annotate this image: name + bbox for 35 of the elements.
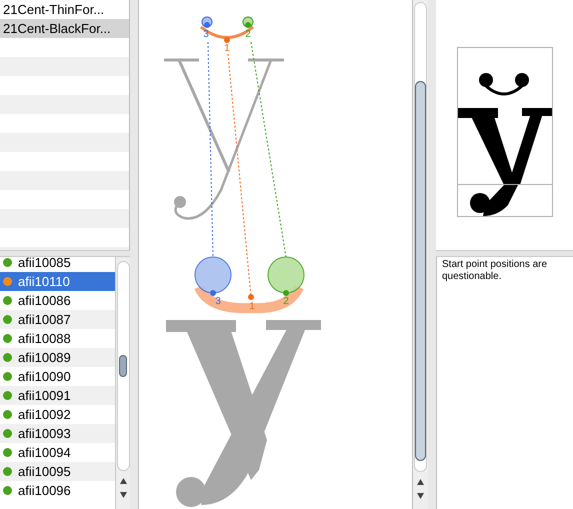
glyph-name: afii10091 <box>18 386 71 405</box>
scroll-up-icon[interactable] <box>416 478 425 486</box>
glyph-name: afii10089 <box>18 348 71 367</box>
point-number: 1 <box>249 301 255 312</box>
glyph-list-item[interactable]: afii10087 <box>0 310 115 329</box>
glyph-list-item[interactable]: afii10093 <box>0 424 115 443</box>
glyph-name: afii10090 <box>18 368 71 386</box>
glyph-name: afii10096 <box>18 482 71 500</box>
point-number: 2 <box>283 296 289 307</box>
glyph-name: afii10093 <box>18 424 71 443</box>
point-number: 1 <box>224 43 230 54</box>
scroll-down-icon[interactable] <box>416 492 425 500</box>
scrollbar[interactable] <box>115 257 130 509</box>
glyph-tail-drawing <box>470 185 518 216</box>
scrollbar[interactable] <box>413 0 428 509</box>
glyph-name: afii10087 <box>18 310 71 329</box>
scroll-thumb[interactable] <box>118 355 126 377</box>
glyph-name: afii10095 <box>18 462 71 481</box>
glyph-list-item[interactable]: afii10095 <box>0 462 115 481</box>
note-text: Start point positions are questionable. <box>442 259 548 283</box>
point-number: 3 <box>203 29 209 40</box>
scroll-down-icon[interactable] <box>118 491 128 499</box>
glyph-name: afii10092 <box>18 406 71 424</box>
glyph-name: afii10110 <box>18 272 70 291</box>
glyph-list-item[interactable]: afii10110 <box>0 272 115 291</box>
glyph-name: afii10088 <box>18 330 71 348</box>
glyph-name: afii10086 <box>18 292 71 310</box>
font-list-item[interactable]: 21Cent-BlackFor... <box>0 19 129 38</box>
glyph-list-item[interactable]: afii10091 <box>0 386 115 405</box>
glyph-list-item[interactable]: afii10089 <box>0 348 115 367</box>
point-number: 3 <box>215 296 221 307</box>
point-number: 2 <box>245 29 251 40</box>
glyph-name: afii10094 <box>18 444 71 462</box>
glyph-name: afii10085 <box>18 257 71 272</box>
scroll-up-icon[interactable] <box>118 477 128 485</box>
